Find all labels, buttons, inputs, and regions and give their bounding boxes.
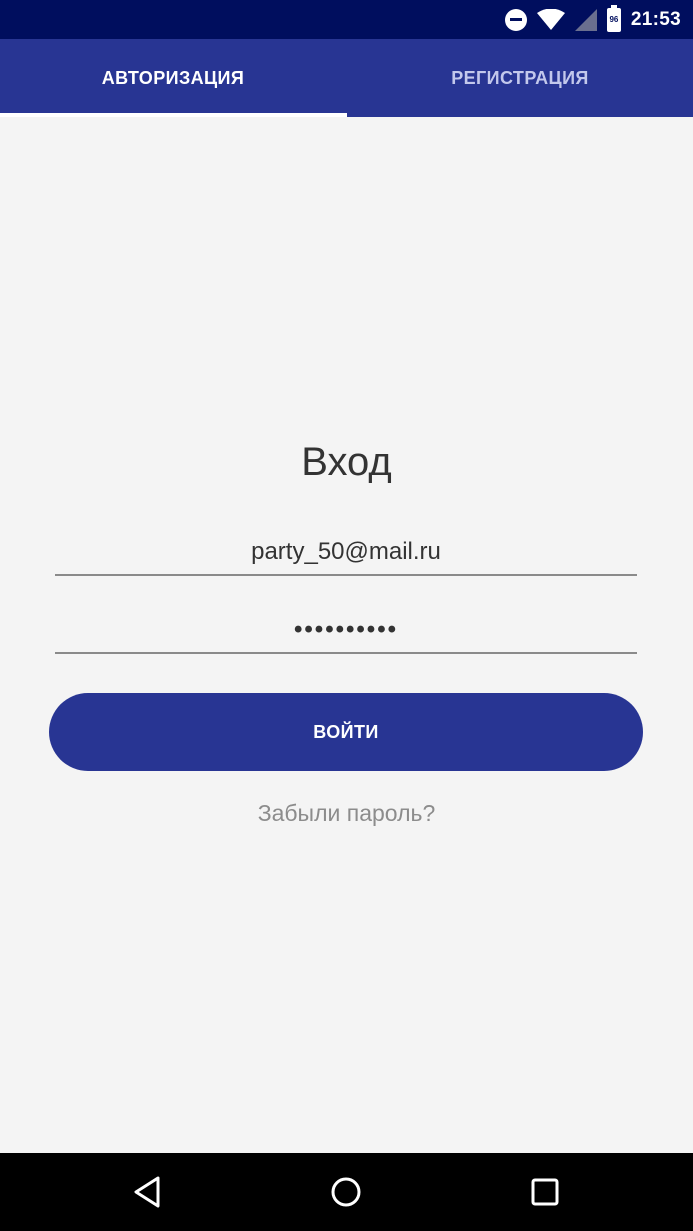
battery-level: 96 — [609, 14, 619, 24]
forgot-password-link[interactable]: Забыли пароль? — [0, 800, 693, 827]
password-field[interactable] — [55, 608, 637, 654]
recents-icon[interactable] — [525, 1172, 565, 1212]
do-not-disturb-icon — [504, 8, 527, 31]
tab-indicator — [0, 113, 347, 117]
wifi-icon — [536, 8, 565, 30]
cell-signal-icon — [574, 8, 597, 31]
status-time: 21:53 — [630, 8, 681, 30]
tab-register[interactable]: РЕГИСТРАЦИЯ — [347, 39, 693, 117]
status-icons: 96 21:53 — [504, 0, 681, 39]
tab-bar: АВТОРИЗАЦИЯ РЕГИСТРАЦИЯ — [0, 39, 693, 117]
email-field[interactable] — [55, 530, 637, 576]
page-title: Вход — [301, 440, 392, 484]
login-button[interactable]: ВОЙТИ — [49, 693, 643, 771]
home-icon[interactable] — [326, 1172, 366, 1212]
navigation-bar — [0, 1153, 693, 1231]
status-bar: 96 21:53 — [0, 0, 693, 39]
battery-icon: 96 — [606, 4, 621, 32]
tab-login[interactable]: АВТОРИЗАЦИЯ — [0, 39, 346, 117]
back-icon[interactable] — [128, 1172, 168, 1212]
